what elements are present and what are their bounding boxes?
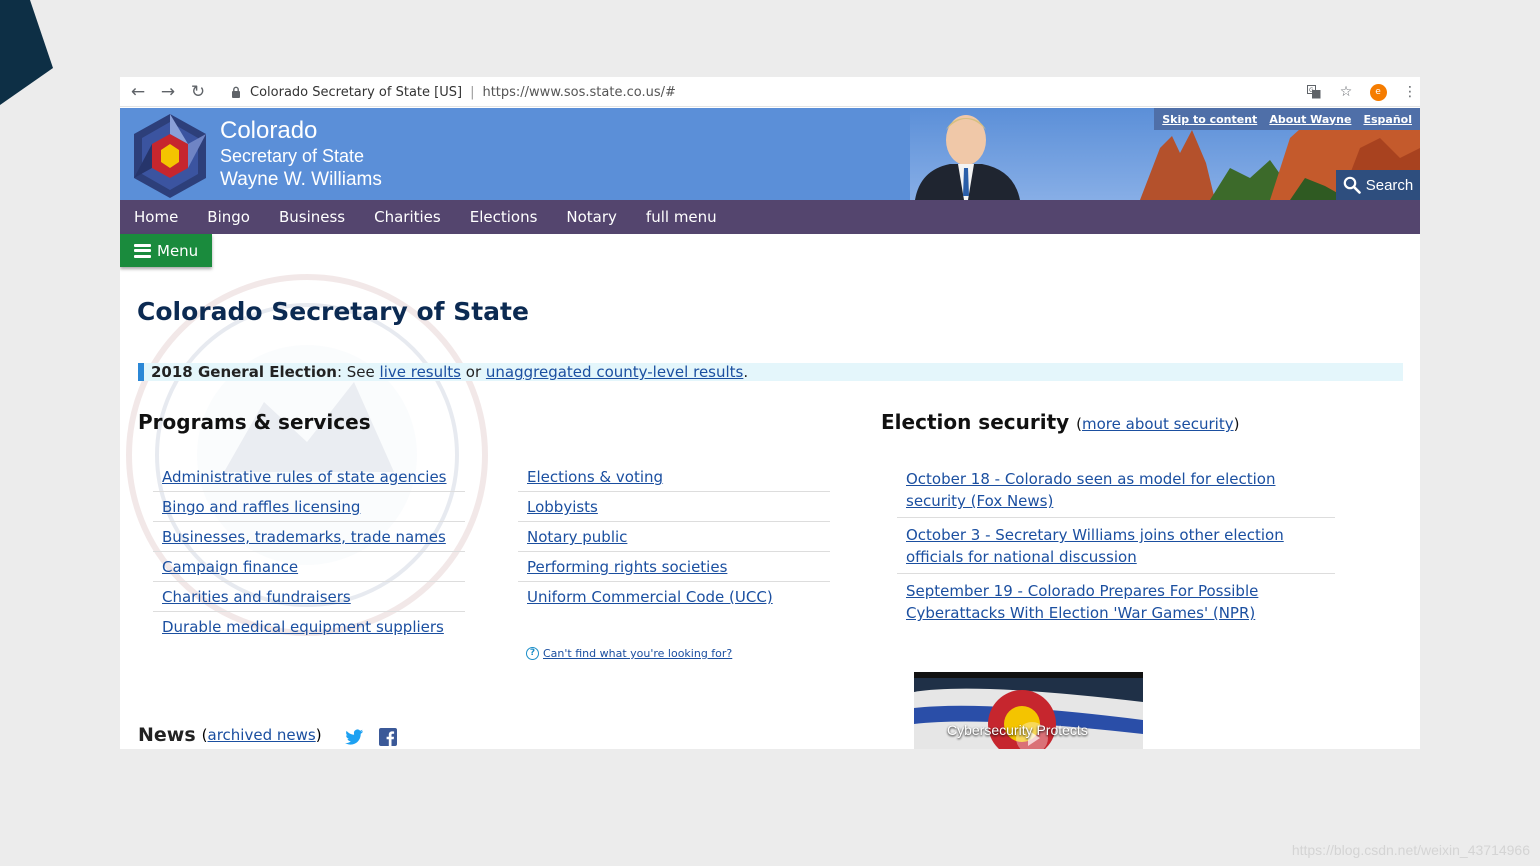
video-caption: Cybersecurity Protects — [947, 722, 1088, 738]
translate-icon[interactable]: G — [1304, 82, 1324, 102]
news-title: News — [138, 724, 196, 746]
alert-text-1: : See — [336, 363, 380, 381]
nav-notary[interactable]: Notary — [566, 208, 617, 226]
list-item: October 18 - Colorado seen as model for … — [897, 467, 1335, 518]
cant-find-help: ? Can't find what you're looking for? — [526, 647, 732, 660]
program-link[interactable]: Notary public — [527, 528, 627, 546]
security-article-link[interactable]: October 18 - Colorado seen as model for … — [906, 470, 1275, 510]
list-item: Lobbyists — [518, 492, 830, 522]
utility-links: Skip to content About Wayne Español — [1154, 108, 1420, 130]
colorado-logo-icon[interactable] — [130, 112, 210, 200]
address-bar[interactable]: Colorado Secretary of State [US] | https… — [228, 82, 676, 102]
security-article-link[interactable]: October 3 - Secretary Williams joins oth… — [906, 526, 1284, 566]
site-title-line2: Secretary of State — [220, 146, 365, 166]
corner-decoration — [0, 0, 53, 105]
security-video[interactable]: Cybersecurity Protects — [914, 672, 1143, 749]
page-title: Colorado Secretary of State — [137, 297, 529, 326]
programs-list-1: Administrative rules of state agencies B… — [153, 462, 465, 642]
site-title[interactable]: Colorado Secretary of State Wayne W. Wil… — [220, 117, 382, 191]
main-nav: Home Bingo Business Charities Elections … — [120, 200, 1420, 234]
program-link[interactable]: Campaign finance — [162, 558, 298, 576]
list-item: Elections & voting — [518, 462, 830, 492]
security-more-close: ) — [1233, 415, 1240, 433]
facebook-icon[interactable] — [378, 727, 398, 747]
security-news-list: October 18 - Colorado seen as model for … — [897, 467, 1335, 634]
site-identity: Colorado Secretary of State [US] — [250, 84, 463, 100]
source-watermark: https://blog.csdn.net/weixin_43714966 — [1291, 842, 1530, 858]
hamburger-icon — [134, 243, 151, 258]
news-heading: News (archived news) — [138, 724, 322, 746]
nav-bingo[interactable]: Bingo — [207, 208, 250, 226]
list-item: September 19 - Colorado Prepares For Pos… — [897, 579, 1335, 629]
security-article-link[interactable]: September 19 - Colorado Prepares For Pos… — [906, 582, 1258, 622]
list-item: Bingo and raffles licensing — [153, 492, 465, 522]
reload-icon[interactable]: ↻ — [188, 82, 208, 102]
menu-label: Menu — [157, 241, 199, 260]
alert-lead: 2018 General Election — [151, 363, 337, 381]
alert-text-3: . — [743, 363, 749, 381]
program-link[interactable]: Bingo and raffles licensing — [162, 498, 360, 516]
twitter-icon[interactable] — [344, 727, 364, 747]
program-link[interactable]: Businesses, trademarks, trade names — [162, 528, 446, 546]
list-item: Campaign finance — [153, 552, 465, 582]
programs-heading: Programs & services — [138, 410, 371, 434]
program-link[interactable]: Charities and fundraisers — [162, 588, 351, 606]
back-icon[interactable]: ← — [128, 82, 148, 102]
help-icon: ? — [526, 647, 539, 660]
nav-business[interactable]: Business — [279, 208, 345, 226]
program-link[interactable]: Durable medical equipment suppliers — [162, 618, 444, 636]
lock-icon — [228, 82, 244, 102]
toolbar-actions: G ☆ e ⋮ — [1304, 82, 1420, 102]
live-results-link[interactable]: live results — [380, 363, 461, 381]
site-header: Colorado Secretary of State Wayne W. Wil… — [120, 108, 1420, 200]
program-link[interactable]: Administrative rules of state agencies — [162, 468, 447, 486]
list-item: Administrative rules of state agencies — [153, 462, 465, 492]
search-button[interactable]: Search — [1336, 170, 1420, 200]
nav-full-menu[interactable]: full menu — [646, 208, 717, 226]
security-title: Election security — [881, 410, 1070, 434]
list-item: Performing rights societies — [518, 552, 830, 582]
nav-elections[interactable]: Elections — [470, 208, 538, 226]
svg-text:G: G — [1309, 87, 1314, 94]
search-icon — [1343, 176, 1361, 194]
address-divider: | — [470, 84, 475, 100]
program-link[interactable]: Uniform Commercial Code (UCC) — [527, 588, 773, 606]
news-close: ) — [315, 726, 322, 744]
security-heading: Election security (more about security) — [881, 410, 1239, 434]
list-item: Businesses, trademarks, trade names — [153, 522, 465, 552]
forward-icon[interactable]: → — [158, 82, 178, 102]
browser-toolbar: ← → ↻ Colorado Secretary of State [US] |… — [120, 77, 1420, 107]
list-item: Notary public — [518, 522, 830, 552]
programs-list-2: Elections & voting Lobbyists Notary publ… — [518, 462, 830, 612]
url-text[interactable]: https://www.sos.state.co.us/# — [482, 85, 675, 100]
county-results-link[interactable]: unaggregated county-level results — [486, 363, 743, 381]
cant-find-link[interactable]: Can't find what you're looking for? — [543, 647, 732, 660]
program-link[interactable]: Lobbyists — [527, 498, 598, 516]
program-link[interactable]: Elections & voting — [527, 468, 663, 486]
about-wayne-link[interactable]: About Wayne — [1269, 113, 1351, 126]
profile-avatar[interactable]: e — [1368, 82, 1388, 102]
list-item: October 3 - Secretary Williams joins oth… — [897, 523, 1335, 574]
list-item: Uniform Commercial Code (UCC) — [518, 582, 830, 612]
more-menu-icon[interactable]: ⋮ — [1400, 82, 1420, 102]
election-alert: 2018 General Election: See live results … — [138, 363, 1403, 381]
espanol-link[interactable]: Español — [1363, 113, 1412, 126]
browser-window: ← → ↻ Colorado Secretary of State [US] |… — [120, 77, 1420, 749]
archived-news-link[interactable]: archived news — [208, 726, 316, 744]
bookmark-star-icon[interactable]: ☆ — [1336, 82, 1356, 102]
alert-text-2: or — [461, 363, 486, 381]
program-link[interactable]: Performing rights societies — [527, 558, 727, 576]
nav-charities[interactable]: Charities — [374, 208, 441, 226]
list-item: Charities and fundraisers — [153, 582, 465, 612]
list-item: Durable medical equipment suppliers — [153, 612, 465, 642]
site-title-line1: Colorado — [220, 117, 318, 144]
search-label: Search — [1365, 176, 1414, 194]
menu-button[interactable]: Menu — [120, 234, 212, 267]
skip-to-content-link[interactable]: Skip to content — [1162, 113, 1257, 126]
nav-home[interactable]: Home — [134, 208, 178, 226]
more-about-security-link[interactable]: more about security — [1082, 415, 1234, 433]
site-title-line3: Wayne W. Williams — [220, 169, 382, 190]
